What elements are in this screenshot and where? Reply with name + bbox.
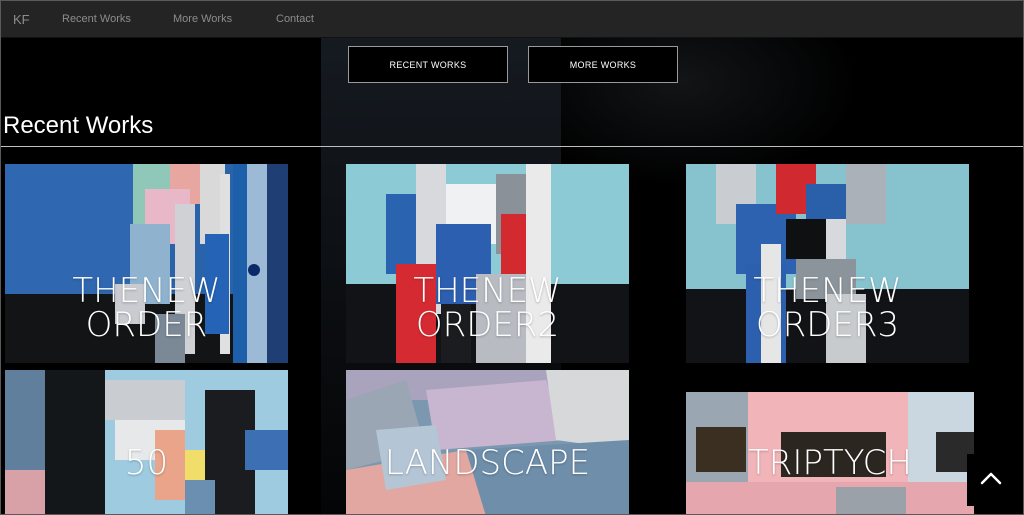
work-card-landscape[interactable]: LANDSCAPE [346,370,629,514]
nav-link-more-works[interactable]: More Works [173,13,232,25]
work-title: 50 [124,443,169,483]
work-title: LANDSCAPE [384,443,591,483]
work-card-the-new-order[interactable]: THENEW ORDER [5,164,288,363]
back-to-top-button[interactable] [967,454,1015,506]
work-title-line2: ORDER2 [415,305,560,345]
work-card-50[interactable]: 50 [5,370,288,514]
work-card-the-new-order-3[interactable]: THENEW ORDER3 [686,164,969,363]
recent-works-button[interactable]: RECENT WORKS [348,46,508,83]
nav-link-recent-works[interactable]: Recent Works [62,13,131,25]
work-title-line1: THENEW [72,271,221,311]
work-card-triptych[interactable]: TRIPTYCH [686,392,974,514]
brand-logo[interactable]: KF [13,12,30,27]
section-divider [1,146,1023,147]
work-title-line1: THENEW [753,271,902,311]
work-title-line2: ORDER [85,305,208,345]
work-title-line2: ORDER3 [755,305,900,345]
section-title: Recent Works [3,112,154,139]
top-navbar: KF Recent Works More Works Contact [1,1,1023,38]
work-title-line1: THENEW [413,271,562,311]
nav-link-contact[interactable]: Contact [276,13,314,25]
work-title: TRIPTYCH [748,443,912,483]
page: KF Recent Works More Works Contact RECEN… [0,0,1024,515]
chevron-up-icon [980,471,1002,490]
work-card-the-new-order-2[interactable]: THENEW ORDER2 [346,164,629,363]
more-works-button[interactable]: MORE WORKS [528,46,678,83]
